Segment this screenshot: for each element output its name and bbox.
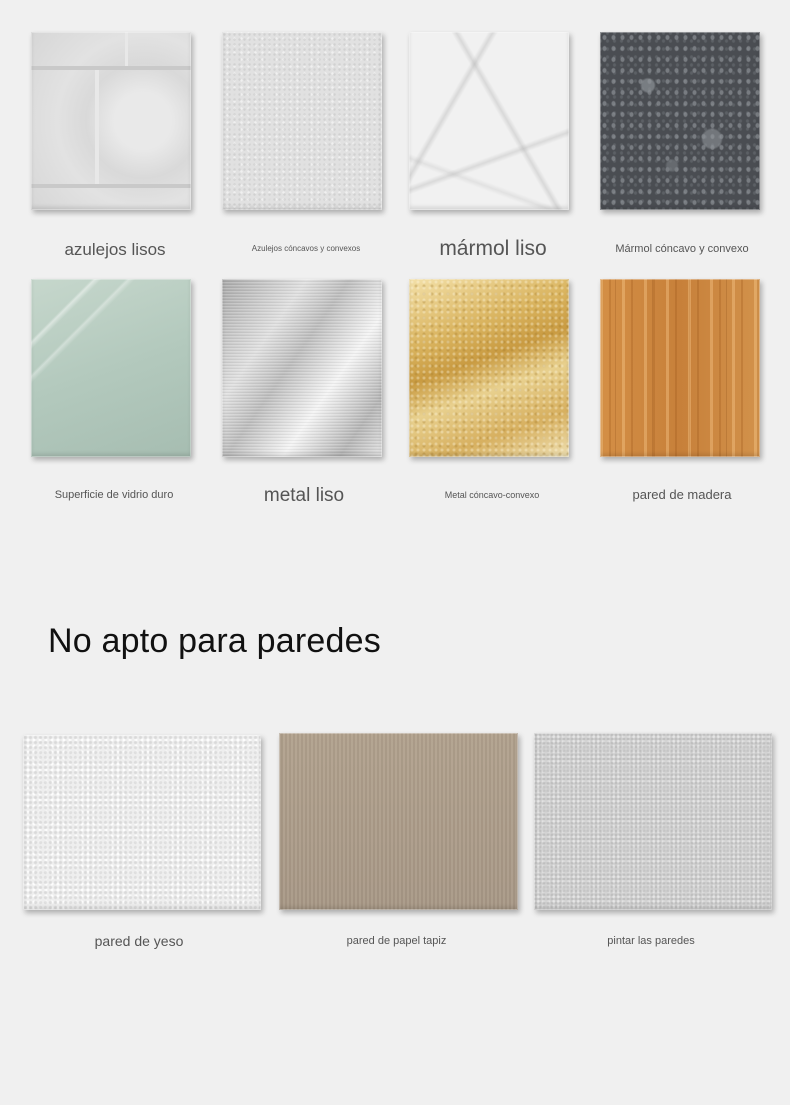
smooth-marble-label: mármol liso [439,237,547,260]
plaster-wall-label: pared de yeso [94,933,184,949]
textured-marble-label: Mármol cóncavo y convexo [615,243,749,255]
wood-wall-swatch [600,279,760,457]
textured-tiles-label: Azulejos cóncavos y convexos [251,244,361,253]
textured-tiles-swatch [222,32,382,210]
textured-metal-label: Metal cóncavo-convexo [444,490,540,500]
wallpaper-wall-label: pared de papel tapiz [346,935,447,947]
hard-glass-label: Superficie de vidrio duro [54,489,174,501]
wallpaper-wall-swatch [279,733,518,910]
hard-glass-swatch [31,279,191,457]
smooth-metal-label: metal liso [263,485,345,506]
smooth-tiles-swatch [31,32,191,210]
plaster-wall-swatch [23,735,261,910]
unsuitable-section-title: No apto para paredes [48,622,381,660]
wood-wall-label: pared de madera [632,487,732,502]
smooth-tiles-label: azulejos lisos [64,240,166,259]
smooth-metal-swatch [222,279,382,457]
painted-wall-swatch [534,733,772,910]
painted-wall-label: pintar las paredes [607,935,695,947]
textured-marble-swatch [600,32,760,210]
smooth-marble-swatch [409,32,569,210]
textured-metal-swatch [409,279,569,457]
